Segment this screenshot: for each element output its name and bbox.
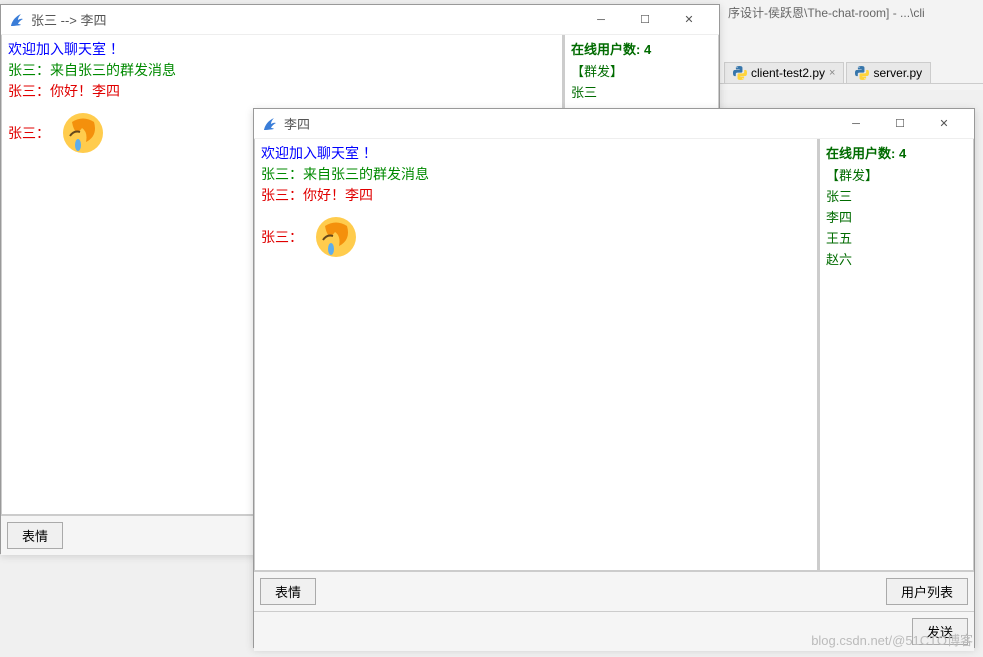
chat-window-lisi: 李四 ─ ☐ ✕ 欢迎加入聊天室 ！ 张三：来自张三的群发消息 张三：你好！李四… bbox=[253, 108, 975, 648]
python-icon bbox=[733, 66, 747, 80]
emoji-button[interactable]: 表情 bbox=[260, 578, 316, 605]
user-item[interactable]: 赵六 bbox=[824, 248, 969, 269]
titlebar[interactable]: 李四 ─ ☐ ✕ bbox=[254, 109, 974, 139]
window-controls: ─ ☐ ✕ bbox=[834, 110, 966, 138]
emoji-message: 张三： bbox=[261, 206, 811, 260]
minimize-button[interactable]: ─ bbox=[579, 6, 623, 34]
window-title: 张三 --> 李四 bbox=[31, 10, 579, 29]
chat-message: 张三：来自张三的群发消息 bbox=[8, 60, 556, 81]
sender-label: 张三： bbox=[8, 123, 50, 144]
chat-message: 张三：你好！李四 bbox=[8, 81, 556, 102]
ide-tab-label: server.py bbox=[873, 66, 922, 80]
sender-label: 张三： bbox=[261, 227, 303, 248]
window-controls: ─ ☐ ✕ bbox=[579, 6, 711, 34]
titlebar[interactable]: 张三 --> 李四 ─ ☐ ✕ bbox=[1, 5, 719, 35]
userlist-button[interactable]: 用户列表 bbox=[886, 578, 968, 605]
python-icon bbox=[855, 66, 869, 80]
feather-icon bbox=[9, 12, 25, 28]
close-button[interactable]: ✕ bbox=[922, 110, 966, 138]
ide-background: 序设计-侯跃恩\The-chat-room] - ...\cli client-… bbox=[720, 0, 983, 90]
chat-message: 张三：来自张三的群发消息 bbox=[261, 164, 811, 185]
close-button[interactable]: ✕ bbox=[667, 6, 711, 34]
toolbar: 表情 用户列表 bbox=[254, 571, 974, 611]
broadcast-item[interactable]: 【群发】 bbox=[824, 164, 969, 185]
user-item[interactable]: 李四 bbox=[824, 206, 969, 227]
user-item[interactable]: 王五 bbox=[824, 227, 969, 248]
ide-titlebar: 序设计-侯跃恩\The-chat-room] - ...\cli bbox=[720, 0, 983, 28]
welcome-msg: 欢迎加入聊天室 ！ bbox=[8, 39, 556, 60]
maximize-button[interactable]: ☐ bbox=[878, 110, 922, 138]
user-sidebar: 在线用户数: 4 【群发】 张三 李四 王五 赵六 bbox=[819, 139, 974, 571]
minimize-button[interactable]: ─ bbox=[834, 110, 878, 138]
user-item[interactable]: 张三 bbox=[569, 81, 714, 102]
chat-log: 欢迎加入聊天室 ！ 张三：来自张三的群发消息 张三：你好！李四 张三： bbox=[254, 139, 818, 571]
facepalm-emoji-icon bbox=[60, 110, 106, 156]
ide-tab-server[interactable]: server.py bbox=[846, 62, 931, 83]
ide-tab-bar: client-test2.py × server.py bbox=[720, 58, 983, 84]
broadcast-item[interactable]: 【群发】 bbox=[569, 60, 714, 81]
user-item[interactable]: 张三 bbox=[824, 185, 969, 206]
maximize-button[interactable]: ☐ bbox=[623, 6, 667, 34]
watermark: blog.csdn.net/@51CTO博客 bbox=[811, 630, 973, 649]
facepalm-emoji-icon bbox=[313, 214, 359, 260]
feather-icon bbox=[262, 116, 278, 132]
chat-main: 欢迎加入聊天室 ！ 张三：来自张三的群发消息 张三：你好！李四 张三： bbox=[254, 139, 819, 571]
online-count: 在线用户数: 4 bbox=[569, 37, 714, 60]
chat-message: 张三：你好！李四 bbox=[261, 185, 811, 206]
emoji-button[interactable]: 表情 bbox=[7, 522, 63, 549]
window-title: 李四 bbox=[284, 114, 834, 133]
ide-tab-label: client-test2.py bbox=[751, 66, 825, 80]
online-count: 在线用户数: 4 bbox=[824, 141, 969, 164]
ide-tab-client[interactable]: client-test2.py × bbox=[724, 62, 844, 83]
close-icon[interactable]: × bbox=[829, 67, 835, 79]
welcome-msg: 欢迎加入聊天室 ！ bbox=[261, 143, 811, 164]
